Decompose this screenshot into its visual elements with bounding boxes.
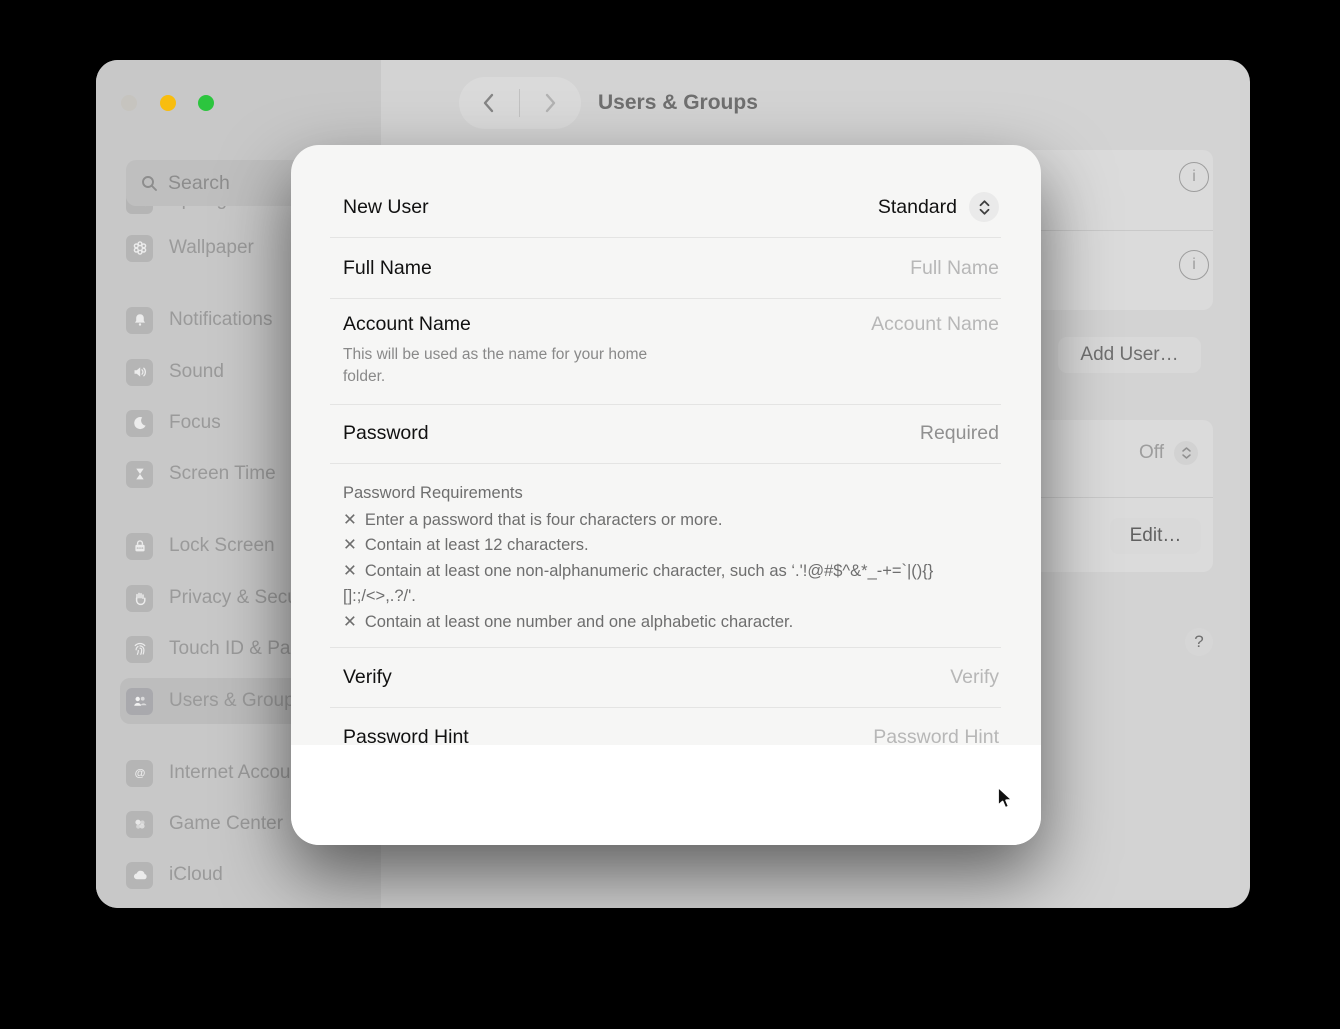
chevron-left-icon <box>479 91 499 115</box>
info-icon[interactable]: i <box>1179 250 1209 280</box>
requirement-item: ✕Contain at least one non-alphanumeric c… <box>343 559 1003 610</box>
current-user-card: i i <box>1020 150 1213 310</box>
account-name-label: Account Name <box>343 313 471 336</box>
divider <box>330 298 1001 299</box>
sidebar-item-label: Wallpaper <box>169 237 254 259</box>
add-user-button[interactable]: Add User… <box>1058 337 1201 373</box>
requirement-item: ✕Enter a password that is four character… <box>343 508 1003 534</box>
window-title: Users & Groups <box>598 91 758 115</box>
popup-stepper[interactable] <box>969 192 999 222</box>
automatic-login-dropdown[interactable] <box>1174 441 1198 465</box>
info-icon[interactable]: i <box>1179 162 1209 192</box>
account-name-row: Account Name Account Name This will be u… <box>343 313 999 388</box>
focus-icon <box>126 410 153 437</box>
divider <box>330 463 1001 464</box>
up-down-chevrons-icon <box>1181 446 1192 460</box>
account-type-popup[interactable]: Standard <box>878 192 999 222</box>
sidebar-item-label: Screen Time <box>169 463 276 485</box>
close-button[interactable] <box>121 95 137 111</box>
at-sign-icon: @ <box>126 760 153 787</box>
screen: Search Spotlight Wallpaper <box>0 0 1340 1029</box>
users-groups-icon <box>126 688 153 715</box>
chevron-right-icon <box>540 91 560 115</box>
sidebar-item-label: iCloud <box>169 864 223 886</box>
requirement-failed-icon: ✕ <box>343 533 357 559</box>
edit-button[interactable]: Edit… <box>1110 518 1201 554</box>
divider <box>1032 497 1213 498</box>
full-name-label: Full Name <box>343 257 432 280</box>
requirement-item: ✕Contain at least one number and one alp… <box>343 610 1003 636</box>
account-name-field[interactable]: Account Name <box>871 313 999 336</box>
sidebar-item-label: Notifications <box>169 309 273 331</box>
svg-text:@: @ <box>134 768 145 780</box>
divider <box>1032 230 1213 231</box>
notifications-icon <box>126 307 153 334</box>
mouse-cursor <box>993 785 1019 813</box>
requirement-failed-icon: ✕ <box>343 610 357 636</box>
verify-row: Verify Verify <box>343 647 999 707</box>
hand-icon <box>126 585 153 612</box>
sidebar-item-label: Lock Screen <box>169 535 275 557</box>
forward-button[interactable] <box>520 77 580 129</box>
sidebar-item-label: Users & Groups <box>169 690 304 712</box>
full-name-row: Full Name Full Name <box>343 238 999 298</box>
full-name-field[interactable]: Full Name <box>910 257 999 280</box>
sheet-footer: ? Cancel Create User <box>291 745 1041 845</box>
sidebar-item-icloud[interactable]: iCloud <box>126 854 486 896</box>
password-row: Password Required <box>343 404 999 463</box>
password-label: Password <box>343 422 429 445</box>
verify-label: Verify <box>343 666 392 689</box>
automatic-login-value: Off <box>1106 441 1164 465</box>
screen-time-icon <box>126 461 153 488</box>
account-type-row: New User Standard <box>343 177 999 237</box>
verify-field[interactable]: Verify <box>950 666 999 689</box>
sound-icon <box>126 359 153 386</box>
account-name-description: This will be used as the name for your h… <box>343 344 683 388</box>
requirement-failed-icon: ✕ <box>343 559 357 585</box>
account-type-value: Standard <box>878 196 957 219</box>
wallpaper-icon <box>126 235 153 262</box>
game-center-icon <box>126 811 153 838</box>
nav-pill <box>459 77 581 129</box>
account-type-label: New User <box>343 196 429 219</box>
password-requirements: Password Requirements ✕Enter a password … <box>343 481 1003 635</box>
back-button[interactable] <box>459 77 519 129</box>
password-field[interactable]: Required <box>920 422 999 445</box>
minimize-button[interactable] <box>160 95 176 111</box>
sidebar-item-label: Sound <box>169 361 224 383</box>
new-user-sheet: New User Standard Full Name Full Name Ac… <box>291 145 1041 845</box>
fingerprint-icon <box>126 636 153 663</box>
search-icon <box>140 174 159 193</box>
panel-help-button[interactable]: ? <box>1185 628 1213 656</box>
sidebar-item-label: Focus <box>169 412 221 434</box>
password-requirements-title: Password Requirements <box>343 481 1003 507</box>
zoom-button[interactable] <box>198 95 214 111</box>
requirement-item: ✕Contain at least 12 characters. <box>343 533 1003 559</box>
search-placeholder: Search <box>168 172 230 195</box>
up-down-chevrons-icon <box>978 199 991 216</box>
sidebar-item-label: Game Center <box>169 813 283 835</box>
requirement-failed-icon: ✕ <box>343 508 357 534</box>
lock-icon <box>126 533 153 560</box>
cloud-icon <box>126 862 153 889</box>
